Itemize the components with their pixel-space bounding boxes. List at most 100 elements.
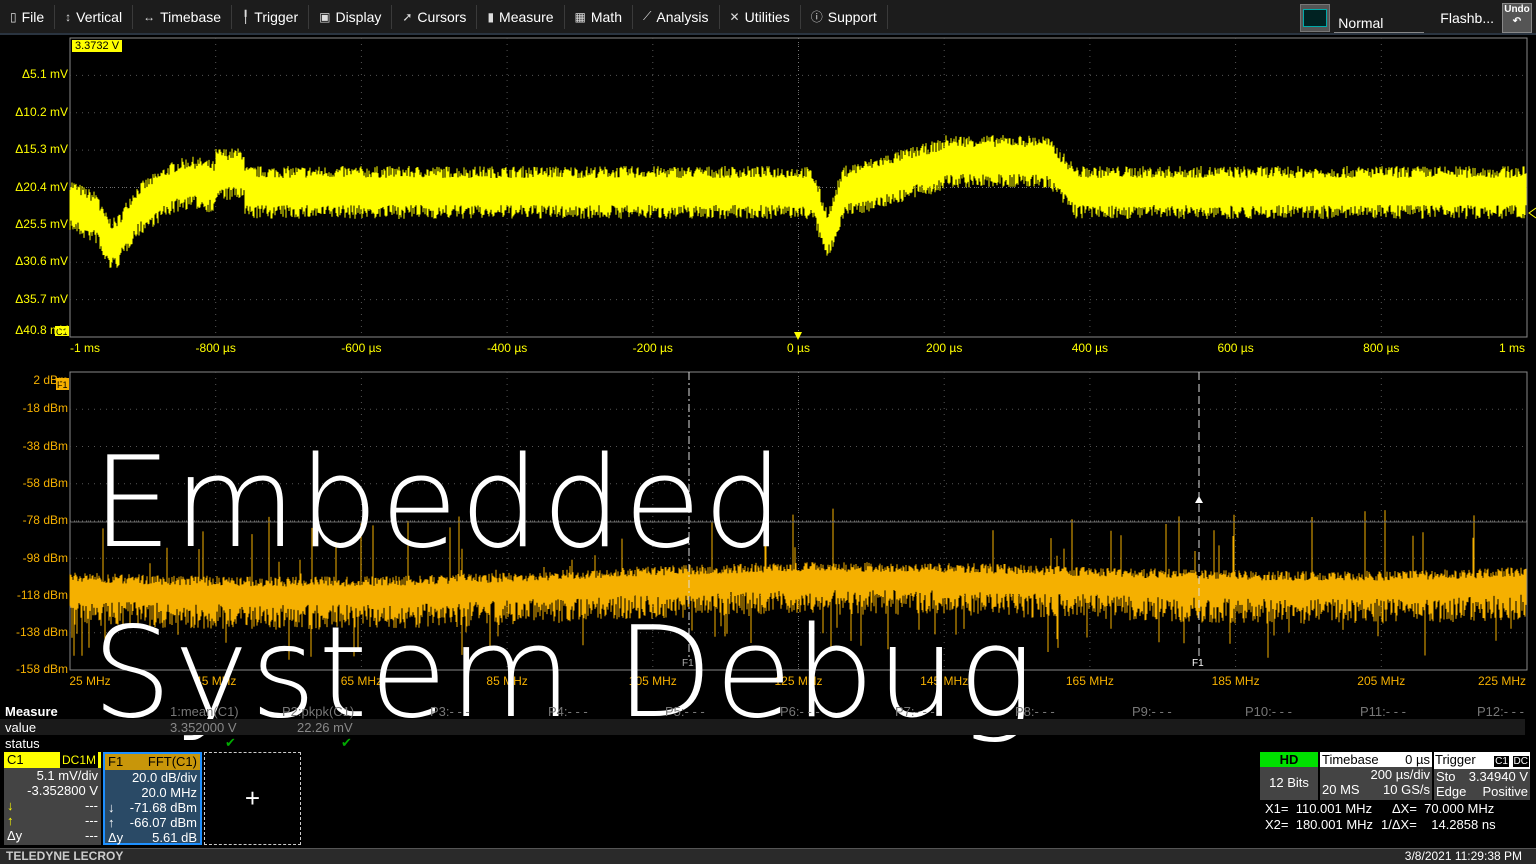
f1-scale: 20.0 dB/div bbox=[131, 770, 197, 785]
f1-span: 20.0 MHz bbox=[141, 785, 197, 800]
trace-marker-value: 3.3732 V bbox=[72, 40, 123, 52]
down-arrow-icon: ↓ bbox=[7, 798, 14, 813]
x-axis-label: -1 ms bbox=[70, 341, 100, 355]
x-axis-label: 125 MHz bbox=[774, 674, 823, 688]
trigger-mode: Sto bbox=[1436, 769, 1456, 784]
y-axis-label: Δ35.7 mV bbox=[15, 291, 68, 306]
status-bar: TELEDYNE LECROY 3/8/2021 11:29:38 PM bbox=[0, 848, 1536, 864]
measure-param-11[interactable]: P11:- - - bbox=[1360, 704, 1406, 719]
c1-scale: 5.1 mV/div bbox=[36, 768, 98, 783]
acquisition-hd-box[interactable]: HD 12 Bits bbox=[1260, 752, 1318, 800]
plus-icon: + bbox=[244, 783, 261, 813]
trigger-type: Edge bbox=[1436, 784, 1467, 799]
measure-param-7[interactable]: P7:- - - bbox=[895, 704, 935, 719]
measure-param-8[interactable]: P8:- - - bbox=[1015, 704, 1055, 719]
x-axis-label: 1 ms bbox=[1498, 341, 1526, 355]
f1-function: FFT(C1) bbox=[147, 754, 197, 769]
x-axis-label: 600 µs bbox=[1217, 341, 1254, 355]
x-axis-label: -200 µs bbox=[632, 341, 673, 355]
y-axis-label: -18 dBm bbox=[22, 401, 68, 416]
measure-param-1[interactable]: 1:mean(C1) bbox=[170, 704, 239, 719]
y-axis-label: -38 dBm bbox=[22, 438, 68, 453]
y-axis-label: -118 dBm bbox=[16, 587, 68, 602]
x-axis-label: 145 MHz bbox=[920, 674, 969, 688]
add-trace-button[interactable]: + bbox=[204, 752, 301, 845]
c1-label: C1 bbox=[7, 752, 24, 767]
cursor-readout-x2: X2= 180.001 MHz bbox=[1265, 817, 1374, 832]
c1-coupling-badge: DC1M bbox=[59, 752, 98, 768]
cursor-arrow-icon bbox=[1195, 496, 1203, 503]
status-row-label: status bbox=[5, 735, 40, 751]
y-axis-label: -158 dBm bbox=[15, 662, 68, 677]
trigger-title: Trigger bbox=[1435, 752, 1476, 767]
status-ok-icon: ✔ bbox=[341, 735, 352, 750]
timebase-per-div: 200 µs/div bbox=[1370, 767, 1430, 782]
y-axis-label: Δ40.8 mV bbox=[15, 323, 68, 337]
cursor-readout-dx: ΔX= 70.000 MHz bbox=[1392, 801, 1495, 816]
sample-count: 20 MS bbox=[1322, 782, 1360, 797]
y-axis-label: -58 dBm bbox=[22, 475, 68, 490]
measure-param-4[interactable]: P4:- - - bbox=[548, 704, 588, 719]
y-axis-label: -78 dBm bbox=[22, 513, 68, 528]
measure-param-10[interactable]: P10:- - - bbox=[1245, 704, 1292, 719]
y-axis-label: Δ10.2 mV bbox=[15, 104, 68, 119]
x-axis-label: -400 µs bbox=[486, 341, 528, 355]
x-axis-label: 225 MHz bbox=[1477, 674, 1527, 688]
datetime: 3/8/2021 11:29:38 PM bbox=[1404, 849, 1522, 863]
cursor-readout-x1: X1= 110.001 MHz bbox=[1265, 801, 1373, 816]
measure-table: Measure 1:mean(C1) P2:pkpk(C1) P3:- - - P4:-… bbox=[0, 703, 1536, 751]
timebase-box[interactable]: Timebase 0 µs 200 µs/div 20 MS 10 GS/s bbox=[1320, 752, 1432, 800]
y-axis-label: Δ20.4 mV bbox=[15, 179, 68, 194]
measure-param-5[interactable]: P5:- - - bbox=[665, 704, 705, 719]
measure-value-p1[interactable]: 3.352000 V bbox=[170, 720, 237, 735]
x-axis-label: 165 MHz bbox=[1065, 674, 1114, 688]
f1-down: -71.68 dBm bbox=[129, 800, 197, 815]
up-arrow-icon: ↑ bbox=[7, 813, 14, 828]
measure-param-3[interactable]: P3:- - - bbox=[430, 704, 470, 719]
y-axis-label: -138 dBm bbox=[15, 625, 68, 640]
x-axis-label: -800 µs bbox=[195, 341, 236, 355]
trigger-level: 3.34940 V bbox=[1468, 769, 1528, 784]
cursor-x1-label: F1 bbox=[682, 658, 694, 669]
x-axis-label: 25 MHz bbox=[69, 674, 111, 688]
value-row-label: value bbox=[5, 719, 37, 735]
measure-param-2[interactable]: P2:pkpk(C1) bbox=[282, 704, 354, 719]
x-axis-label: 85 MHz bbox=[486, 674, 528, 688]
brand-logo: TELEDYNE LECROY bbox=[6, 849, 124, 863]
f1-fft-trace bbox=[69, 508, 1527, 660]
y-axis-label: Δ5.1 mV bbox=[21, 67, 68, 82]
x-axis-label: 65 MHz bbox=[340, 674, 383, 688]
x-axis-label: 400 µs bbox=[1071, 341, 1109, 355]
timebase-title: Timebase bbox=[1322, 752, 1379, 767]
measure-param-12[interactable]: P12:- - - bbox=[1477, 704, 1524, 719]
measure-param-6[interactable]: P6:- - - bbox=[780, 704, 820, 719]
x-axis-label: 200 µs bbox=[926, 341, 963, 355]
x-axis-label: 45 MHz bbox=[195, 674, 237, 688]
y-axis-label: 2 dBm bbox=[33, 373, 68, 387]
x-axis-label: -600 µs bbox=[341, 341, 382, 355]
x-axis-label: 185 MHz bbox=[1211, 674, 1260, 688]
c1-up: --- bbox=[85, 813, 98, 828]
y-axis-label: Δ30.6 mV bbox=[15, 254, 68, 269]
sample-rate: 10 GS/s bbox=[1383, 782, 1430, 797]
trigger-box[interactable]: Trigger C1 DC Sto 3.34940 V Edge Positive bbox=[1434, 752, 1530, 800]
up-arrow-icon: ↑ bbox=[108, 815, 115, 830]
down-arrow-icon: ↓ bbox=[108, 800, 115, 815]
cursor-x2-label: F1 bbox=[1192, 658, 1204, 669]
measure-value-p2[interactable]: 22.26 mV bbox=[297, 720, 353, 735]
y-axis-label: Δ15.3 mV bbox=[15, 142, 68, 157]
c1-descriptor[interactable]: C1 DC1M 5.1 mV/div -3.352800 V ↓ --- ↑ --- … bbox=[4, 752, 101, 845]
x-axis-label: 800 µs bbox=[1363, 341, 1400, 355]
measure-param-9[interactable]: P9:- - - bbox=[1132, 704, 1172, 719]
trigger-slope: Positive bbox=[1482, 784, 1528, 799]
hd-badge: HD bbox=[1260, 752, 1318, 767]
trigger-source: C1 bbox=[1494, 756, 1509, 767]
cursor-readout-inv-dx: 1/ΔX= 14.2858 ns bbox=[1381, 817, 1496, 832]
status-ok-icon: ✔ bbox=[225, 735, 236, 750]
trigger-level-icon bbox=[1528, 207, 1536, 219]
f1-descriptor[interactable]: F1 FFT(C1) 20.0 dB/div 20.0 MHz ↓ -71.68 d… bbox=[103, 752, 202, 845]
x-axis-label: 0 µs bbox=[787, 341, 810, 355]
c1-dy: --- bbox=[85, 828, 98, 843]
measure-title: Measure bbox=[5, 703, 58, 719]
f1-label: F1 bbox=[108, 754, 124, 769]
